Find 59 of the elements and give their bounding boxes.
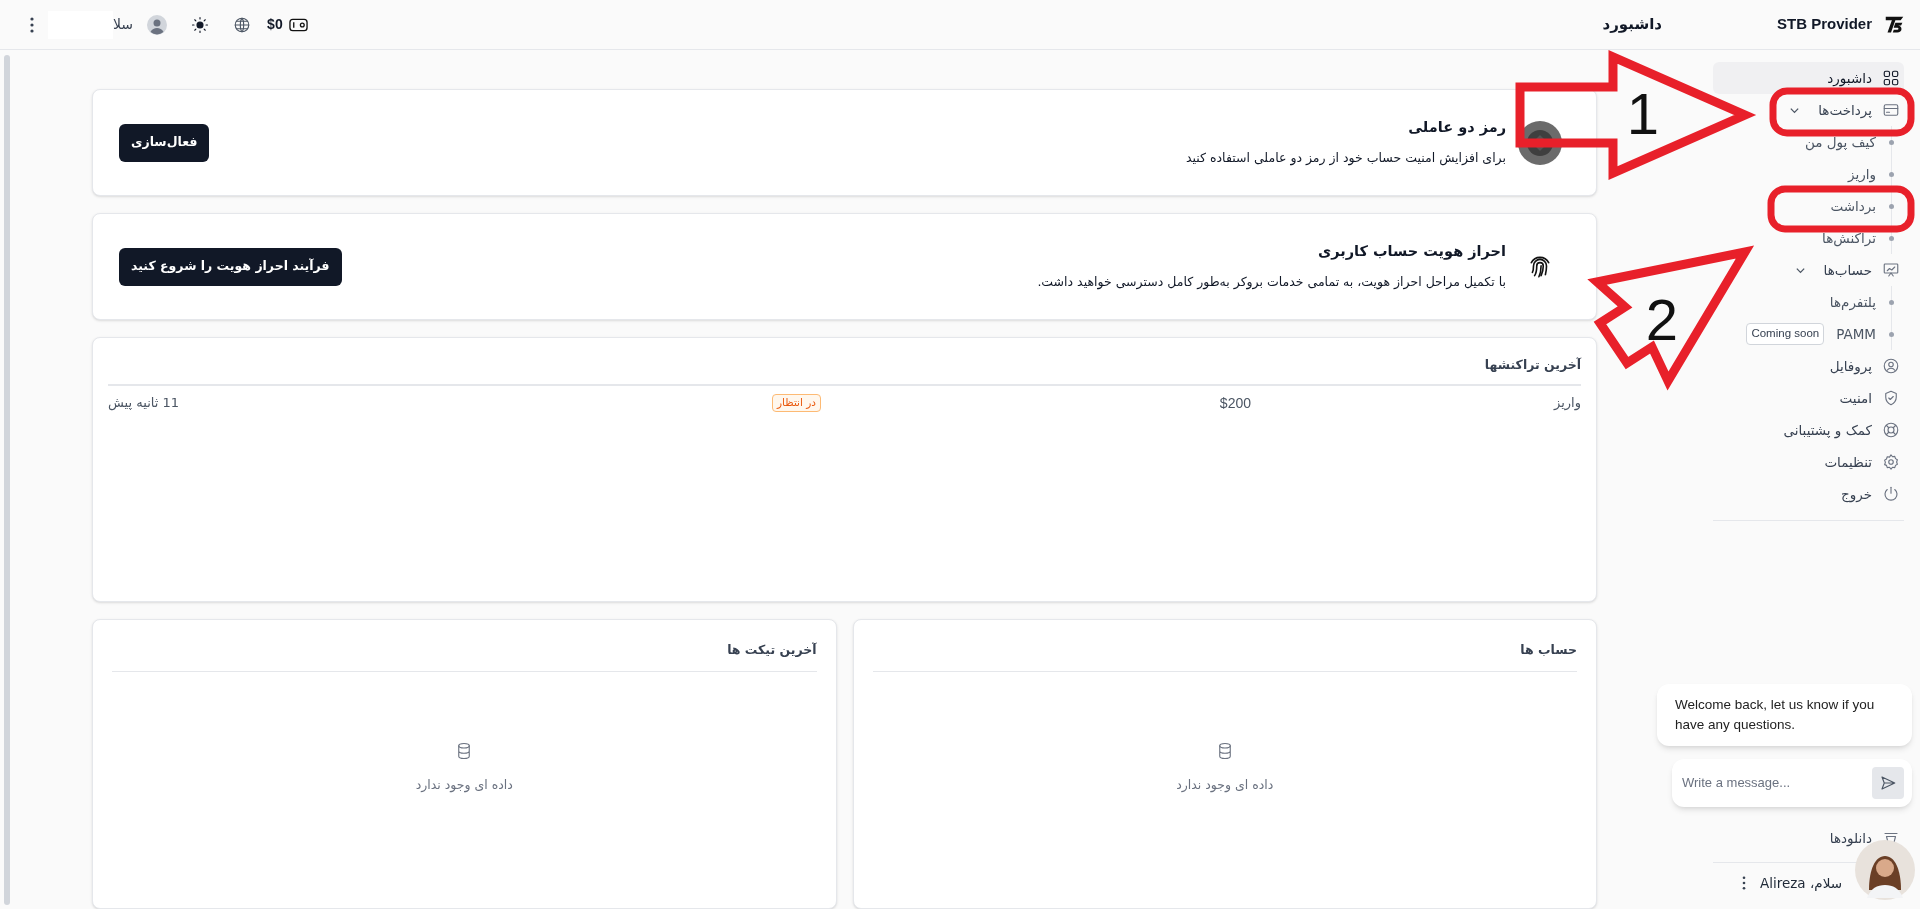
submenu-item[interactable]: PAMM [1836, 323, 1894, 345]
avatar-icon[interactable] [147, 14, 168, 35]
action-button[interactable]: فرآیند احراز هویت را شروع کنید [119, 247, 342, 286]
annotation-number: 1 [1626, 81, 1660, 146]
page-title: داشبورد [1602, 14, 1662, 36]
sidebar-item[interactable]: کمک و پشتیبانی [1713, 414, 1904, 446]
sidebar-item[interactable]: امنیت [1713, 382, 1904, 414]
sun-icon[interactable] [191, 15, 210, 34]
empty-state-text: داده ای وجود ندارد [415, 776, 513, 795]
power-icon [1882, 485, 1900, 503]
grid-icon [1882, 69, 1900, 87]
user-circle-icon [1882, 357, 1900, 375]
balance: $0 [267, 15, 283, 34]
lifebuoy-icon [1882, 421, 1900, 439]
card-heading: آخرین تراکنشها [1484, 357, 1581, 372]
card-title: احراز هویت حساب کاربری [1316, 242, 1506, 262]
message-input[interactable]: Write a message... [1682, 773, 1872, 793]
submenu-item[interactable]: برداشت [1830, 195, 1894, 217]
more-options-icon[interactable] [1741, 876, 1746, 890]
submenu-item[interactable]: واریز [1848, 163, 1894, 185]
more-options-icon[interactable] [30, 16, 34, 33]
presentation-chart-icon [1882, 261, 1900, 279]
credit-card-icon [1882, 101, 1900, 119]
transaction-time: 11 ثانیه پیش [108, 394, 180, 413]
scrollbar[interactable] [4, 55, 10, 905]
send-icon [1879, 774, 1897, 792]
send-button[interactable] [1872, 767, 1904, 799]
annotation-number: 2 [1645, 287, 1679, 352]
transaction-type: واریز [1552, 394, 1581, 413]
shield-check-icon [1882, 389, 1900, 407]
status-badge: در انتظار [772, 394, 821, 412]
submenu-item[interactable]: کیف پول من [1804, 131, 1894, 153]
globe-icon[interactable] [233, 15, 252, 34]
card-title: رمز دو عاملی [1407, 118, 1506, 138]
card-description: با تکمیل مراحل احراز هویت، به تمامی خدمات بروکر به‌طور کامل دسترسی خواهید داشت. [1036, 273, 1506, 292]
sidebar-item[interactable]: حساب‌ها [1713, 254, 1904, 286]
submenu-item[interactable]: پلتفرم‌ها [1829, 291, 1894, 313]
card-heading: آخرین تیکت ها [727, 642, 817, 657]
transaction-amount: $200 [1218, 393, 1251, 413]
chat-message: Welcome back, let us know if you have any questions. [1657, 684, 1912, 746]
settings-icon [1882, 453, 1900, 471]
wallet-icon[interactable] [288, 17, 308, 32]
sidebar-item[interactable]: تنظیمات [1713, 446, 1904, 478]
card-heading: حساب ها [1520, 642, 1577, 657]
sidebar-item[interactable]: دانلودها [1713, 822, 1904, 854]
card-description: برای افزایش امنیت حساب خود از رمز دو عاملی استفاده کنید [1184, 149, 1506, 168]
brand-name: STB Provider [1776, 14, 1872, 35]
authenticator-icon [1518, 120, 1562, 165]
user-greeting[interactable]: سلام، Alireza [1759, 872, 1842, 894]
coming-soon-badge: Coming soon [1746, 323, 1825, 345]
message-field[interactable]: Write a message... [1672, 759, 1912, 807]
sidebar-item[interactable]: پروفایل [1713, 350, 1904, 382]
empty-state-text: داده ای وجود ندارد [1176, 776, 1274, 795]
action-button[interactable]: فعال‌سازی [119, 123, 210, 162]
submenu-item[interactable]: تراکنش‌ها [1822, 227, 1894, 249]
sidebar-item[interactable]: پرداخت‌ها [1713, 94, 1904, 126]
user-name[interactable]: سلا [113, 14, 134, 35]
sidebar-item[interactable]: خروج [1713, 478, 1904, 510]
logo-icon [1884, 14, 1905, 35]
